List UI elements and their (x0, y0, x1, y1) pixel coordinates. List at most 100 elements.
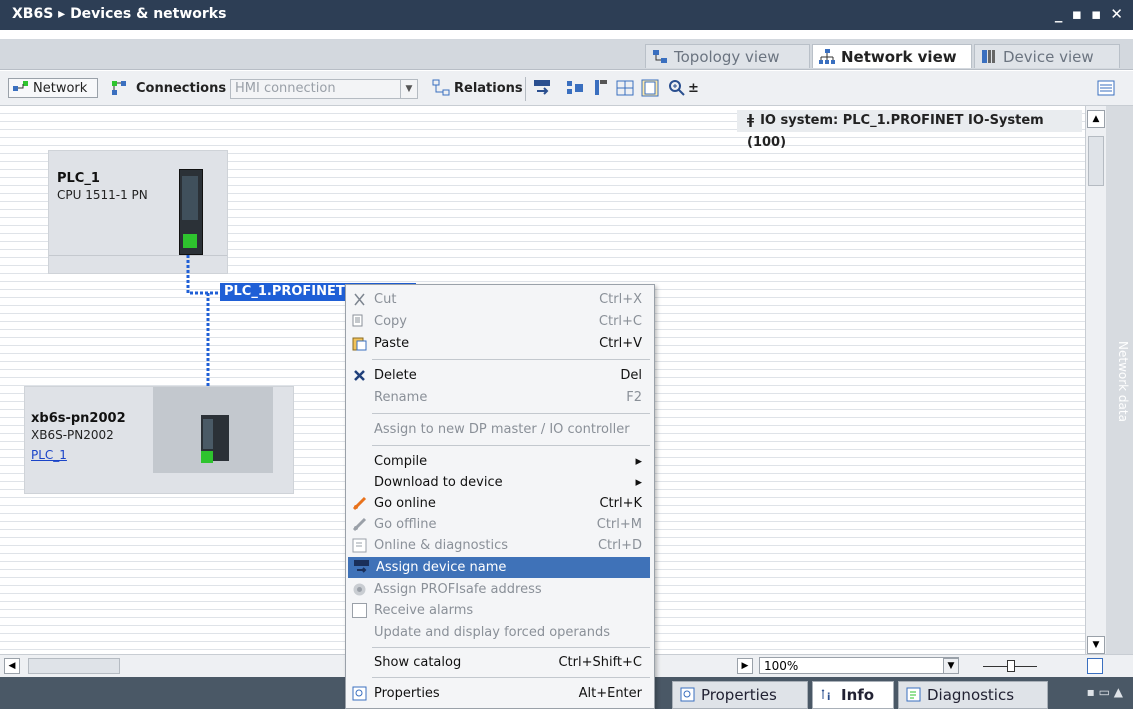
assign-name-icon (354, 560, 369, 573)
assign-name-icon[interactable] (533, 79, 551, 97)
svg-text:i: i (827, 692, 830, 702)
tab-info[interactable]: i Info (812, 681, 894, 709)
status-indicator (183, 234, 197, 248)
cut-icon (354, 293, 365, 306)
toolbar-divider (525, 77, 526, 101)
device-name: xb6s-pn2002 (31, 411, 126, 426)
menu-item-download[interactable]: Download to device ▸ (346, 472, 654, 493)
menu-item-online-diagnostics[interactable]: Online & diagnostics Ctrl+D (346, 535, 654, 556)
zoom-icon[interactable] (668, 79, 686, 97)
zoom-bar: ▶ 100% ▼ (655, 654, 1133, 677)
grid-icon[interactable] (616, 79, 634, 97)
menu-item-assign-dp-master[interactable]: Assign to new DP master / IO controller (346, 419, 654, 440)
relations-button[interactable]: Relations (454, 78, 523, 100)
menu-item-compile[interactable]: Compile ▸ (346, 451, 654, 472)
panel-controls[interactable]: ▪ ▭ ▲ (1087, 685, 1123, 699)
tab-properties[interactable]: Properties (672, 681, 808, 709)
menu-item-show-catalog[interactable]: Show catalog Ctrl+Shift+C (346, 652, 654, 673)
checkbox-icon[interactable] (352, 603, 367, 618)
copy-icon (352, 314, 363, 327)
scroll-down-icon[interactable]: ▼ (1087, 636, 1105, 654)
menu-item-assign-profisafe[interactable]: Assign PROFIsafe address (346, 579, 654, 600)
device-module-area (153, 387, 273, 473)
zoom-select[interactable]: 100% (759, 657, 959, 674)
menu-divider (372, 413, 650, 414)
menu-item-copy[interactable]: Copy Ctrl+C (346, 311, 654, 332)
status-indicator (201, 451, 213, 463)
scroll-left-icon[interactable]: ◀ (4, 658, 20, 674)
menu-item-cut[interactable]: Cut Ctrl+X (346, 289, 654, 310)
submenu-arrow-icon: ▸ (635, 454, 642, 469)
chevron-down-icon[interactable]: ▼ (400, 80, 417, 98)
context-menu: Cut Ctrl+X Copy Ctrl+C Paste Ctrl+V Delete D… (345, 284, 655, 709)
menu-divider (372, 445, 650, 446)
network-toolbar: Network Connections HMI connection ▼ Rel… (0, 71, 1133, 106)
menu-item-receive-alarms[interactable]: Receive alarms (346, 600, 654, 621)
zoom-dropdown[interactable]: ± (688, 78, 699, 100)
network-data-tab[interactable]: Network data (1110, 326, 1130, 436)
view-tabs: Topology view Network view Device view (0, 39, 1133, 70)
go-online-icon (352, 496, 367, 511)
horizontal-scrollbar[interactable]: ◀ (0, 654, 345, 677)
connections-button[interactable]: Connections (136, 78, 226, 100)
menu-item-forced-operands[interactable]: Update and display forced operands (346, 622, 654, 643)
scroll-up-icon[interactable]: ▲ (1087, 110, 1105, 128)
menu-item-rename[interactable]: Rename F2 (346, 387, 654, 408)
pin-icon[interactable]: ǂ (747, 113, 754, 128)
menu-divider (372, 359, 650, 360)
profisafe-icon (353, 583, 366, 596)
topology-icon (653, 50, 667, 63)
window-controls[interactable]: _ ▪ ▪ ✕ (1055, 5, 1125, 23)
plc-name: PLC_1 (57, 171, 100, 186)
page-break-icon[interactable] (641, 79, 659, 97)
network-button[interactable]: Network (8, 78, 98, 98)
fit-page-icon[interactable] (1087, 658, 1103, 674)
scrollbar-thumb[interactable] (28, 658, 120, 674)
diagnostics-icon (352, 538, 367, 553)
menu-divider (372, 677, 650, 678)
menu-item-go-online[interactable]: Go online Ctrl+K (346, 493, 654, 514)
device-type: XB6S-PN2002 (31, 428, 114, 442)
zoom-slider-thumb[interactable] (1007, 660, 1015, 672)
menu-item-paste[interactable]: Paste Ctrl+V (346, 333, 654, 354)
panel-toggle-icon[interactable] (1097, 79, 1115, 97)
connection-type-select[interactable]: HMI connection ▼ (230, 79, 418, 99)
tab-diagnostics[interactable]: Diagnostics (898, 681, 1048, 709)
device-module-image (201, 415, 229, 463)
controller-link[interactable]: PLC_1 (31, 448, 67, 462)
scroll-right-icon[interactable]: ▶ (737, 658, 753, 674)
device-icon (982, 50, 995, 63)
submenu-arrow-icon: ▸ (635, 475, 642, 490)
window-title: XB6S ▸ Devices & networks (12, 6, 227, 22)
go-offline-icon (352, 517, 367, 532)
delete-icon (354, 370, 365, 381)
title-bar: XB6S ▸ Devices & networks _ ▪ ▪ ✕ (0, 0, 1133, 30)
menu-item-properties[interactable]: Properties Alt+Enter (346, 683, 654, 704)
relations-icon (432, 79, 450, 96)
paste-icon (352, 337, 367, 351)
properties-icon (680, 687, 695, 702)
properties-icon (352, 686, 367, 701)
io-device[interactable]: xb6s-pn2002 XB6S-PN2002 PLC_1 (24, 386, 294, 494)
network-mode-icon (13, 81, 28, 91)
plc-module-image (179, 169, 203, 255)
io-system-label: ǂ IO system: PLC_1.PROFINET IO-System (10… (737, 110, 1082, 150)
menu-item-go-offline[interactable]: Go offline Ctrl+M (346, 514, 654, 535)
menu-divider (372, 647, 650, 648)
network-data-panel[interactable]: Network data (1106, 106, 1133, 654)
plc-type: CPU 1511-1 PN (57, 188, 148, 202)
vertical-scrollbar[interactable]: ▲ ▼ (1085, 106, 1106, 654)
info-icon: i (821, 689, 830, 702)
connections-icon (112, 81, 126, 95)
device-icon[interactable] (592, 79, 610, 97)
overview-icon[interactable] (566, 79, 584, 97)
diagnostics-icon (906, 687, 921, 702)
network-icon (819, 49, 835, 64)
tab-topology-view[interactable]: Topology view (645, 44, 810, 68)
scrollbar-thumb[interactable] (1088, 136, 1104, 186)
tab-network-view[interactable]: Network view (812, 44, 972, 68)
chevron-down-icon[interactable]: ▼ (943, 658, 959, 674)
menu-item-delete[interactable]: Delete Del (346, 365, 654, 386)
menu-item-assign-device-name[interactable]: Assign device name (348, 557, 650, 578)
tab-device-view[interactable]: Device view (974, 44, 1120, 68)
